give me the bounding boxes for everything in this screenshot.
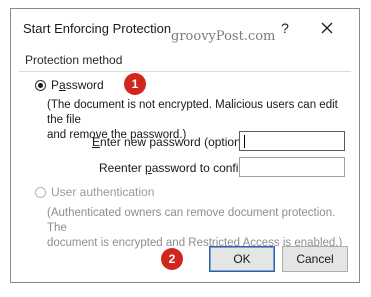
callout-badge-2: 2 — [161, 248, 183, 270]
new-password-label: Enter new password (optional): — [92, 135, 258, 149]
new-password-field[interactable] — [239, 131, 345, 151]
help-button[interactable]: ? — [273, 17, 297, 39]
watermark: groovyPost.com — [171, 29, 276, 44]
group-divider — [19, 71, 351, 72]
cancel-button[interactable]: Cancel — [282, 246, 348, 272]
close-icon — [321, 22, 333, 34]
title-bar: Start Enforcing Protection groovyPost.co… — [11, 9, 359, 45]
confirm-password-label: Reenter password to confirm: — [99, 161, 256, 175]
user-authentication-description: (Authenticated owners can remove documen… — [47, 207, 343, 249]
text-caret — [244, 135, 245, 148]
confirm-password-field[interactable] — [239, 157, 345, 177]
user-authentication-label[interactable]: User authentication — [51, 185, 154, 199]
ok-button[interactable]: OK — [209, 246, 275, 272]
callout-badge-1: 1 — [124, 73, 146, 95]
close-button[interactable] — [313, 15, 341, 41]
start-enforcing-protection-dialog: Start Enforcing Protection groovyPost.co… — [10, 8, 360, 283]
user-authentication-radio[interactable] — [35, 187, 46, 198]
password-radio-label[interactable]: Password — [51, 78, 104, 92]
radio-selected-dot — [38, 83, 43, 88]
password-radio[interactable] — [35, 80, 46, 91]
protection-method-label: Protection method — [25, 53, 123, 67]
dialog-title: Start Enforcing Protection — [23, 21, 172, 36]
